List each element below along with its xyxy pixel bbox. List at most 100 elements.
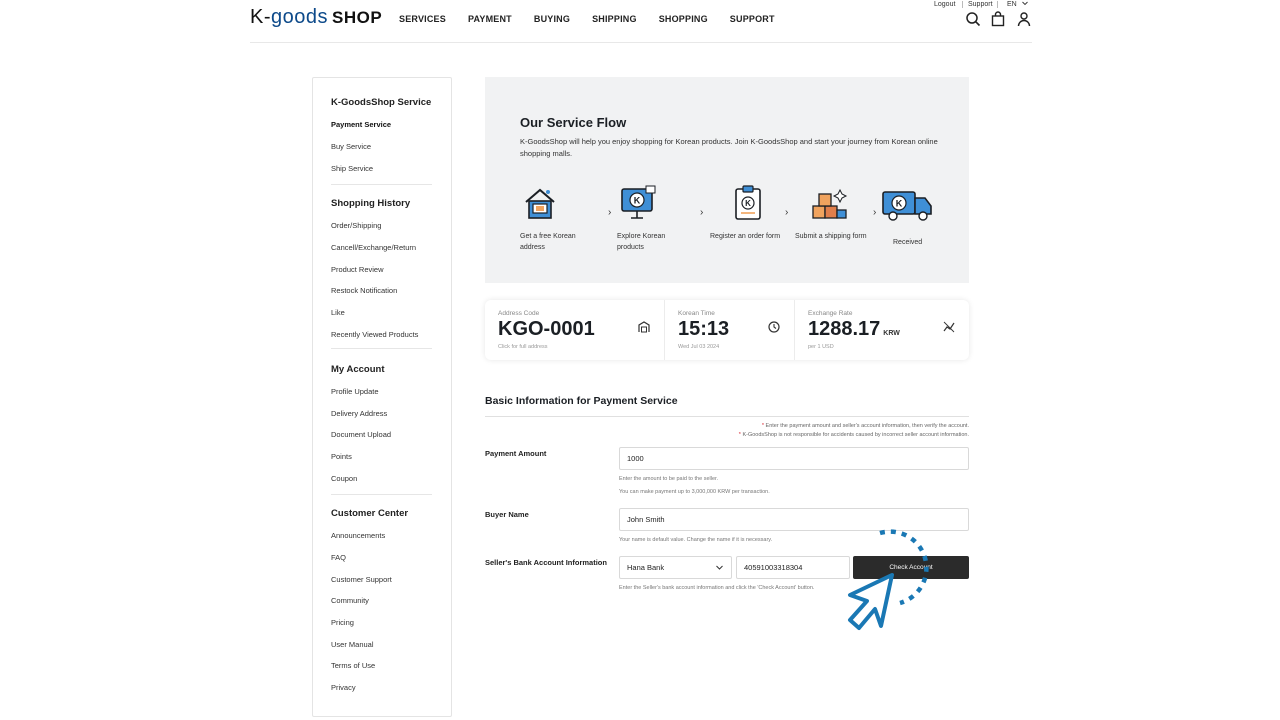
svg-text:K: K — [896, 199, 903, 209]
sidebar-item-like[interactable]: Like — [331, 308, 345, 317]
flow-step-label: Explore Korean products — [617, 233, 666, 251]
sidebar-item-ship-service[interactable]: Ship Service — [331, 164, 373, 173]
payment-amount-help: Enter the amount to be paid to the selle… — [619, 476, 719, 482]
search-icon[interactable] — [965, 11, 981, 27]
chevron-down-icon — [716, 565, 723, 570]
flow-arrow: › — [700, 207, 704, 218]
sidebar-item-terms-of-use[interactable]: Terms of Use — [331, 661, 375, 670]
payment-amount-label: Payment Amount — [485, 449, 547, 458]
header-divider — [250, 42, 1032, 43]
logo-goods: goods — [271, 6, 328, 28]
trend-chart-icon — [943, 321, 955, 333]
user-account-icon[interactable] — [1016, 11, 1032, 27]
nav-shipping[interactable]: SHIPPING — [592, 14, 637, 24]
sidebar-item-buy-service[interactable]: Buy Service — [331, 142, 371, 151]
korean-time-cell: Korean Time 15:13 Wed Jul 03 2024 — [665, 300, 794, 360]
bank-select[interactable]: Hana Bank — [619, 556, 732, 579]
account-number-input[interactable]: 40591003318304 — [736, 556, 850, 579]
sidebar-item-cancel-exchange-return[interactable]: Cancell/Exchange/Return — [331, 243, 416, 252]
logo-shop: SHOP — [332, 8, 383, 27]
logout-link[interactable]: Logout — [934, 1, 955, 8]
buyer-name-input[interactable]: John Smith — [619, 508, 969, 531]
exchange-rate-cell: Exchange Rate 1288.17 KRW per 1 USD — [795, 300, 969, 360]
sidebar-item-document-upload[interactable]: Document Upload — [331, 430, 391, 439]
support-link[interactable]: Support — [968, 1, 993, 8]
nav-support[interactable]: SUPPORT — [730, 14, 775, 24]
click-cursor-icon — [848, 529, 929, 630]
sidebar-item-restock-notification[interactable]: Restock Notification — [331, 286, 397, 295]
svg-text:K: K — [634, 196, 641, 206]
shopping-bag-icon[interactable] — [990, 11, 1006, 27]
buyer-name-label: Buyer Name — [485, 510, 529, 519]
address-code-cell[interactable]: Address Code KGO-0001 Click for full add… — [485, 300, 664, 360]
notice-asterisk: * — [738, 432, 741, 438]
address-code-hint: Click for full address — [498, 344, 548, 350]
sidebar-title-service: K-GoodsShop Service — [331, 97, 432, 108]
language-label: EN — [1007, 1, 1017, 8]
nav-services[interactable]: SERVICES — [399, 14, 446, 24]
sidebar-item-customer-support[interactable]: Customer Support — [331, 575, 392, 584]
nav-shopping[interactable]: SHOPPING — [659, 14, 708, 24]
sidebar-item-pricing[interactable]: Pricing — [331, 618, 354, 627]
exchange-rate-basis: per 1 USD — [808, 344, 834, 350]
check-account-button[interactable]: Check Account — [853, 556, 969, 579]
sidebar-title-my-account: My Account — [331, 364, 385, 375]
sidebar-item-user-manual[interactable]: User Manual — [331, 640, 374, 649]
monitor-browse-icon: K — [621, 185, 656, 219]
korean-time-label: Korean Time — [678, 310, 715, 317]
korean-date: Wed Jul 03 2024 — [678, 344, 720, 350]
flow-arrow: › — [608, 207, 612, 218]
korean-time-value: 15:13 — [678, 318, 730, 340]
sidebar-item-faq[interactable]: FAQ — [331, 553, 346, 562]
sidebar-item-delivery-address[interactable]: Delivery Address — [331, 409, 387, 418]
payment-amount-limit: You can make payment up to 3,000,000 KRW… — [619, 489, 770, 495]
nav-buying[interactable]: BUYING — [534, 14, 570, 24]
address-code-label: Address Code — [498, 310, 540, 317]
chevron-down-icon — [1021, 1, 1028, 6]
sidebar-item-points[interactable]: Points — [331, 452, 352, 461]
flow-step-label: Register an order form — [710, 233, 781, 240]
nav-payment[interactable]: PAYMENT — [468, 14, 512, 24]
sidebar-item-payment-service[interactable]: Payment Service — [331, 120, 391, 129]
svg-text:K: K — [745, 199, 751, 208]
service-flow-panel: Our Service Flow K-GoodsShop will help y… — [485, 77, 969, 283]
form-title-divider — [485, 416, 969, 417]
sidebar-item-coupon[interactable]: Coupon — [331, 474, 357, 483]
exchange-rate-unit: KRW — [883, 330, 900, 337]
flow-step-label: Received — [893, 239, 923, 246]
clock-icon — [768, 321, 780, 333]
bank-select-value: Hana Bank — [627, 563, 665, 572]
house-address-icon — [525, 188, 555, 219]
form-notice-verify: * Enter the payment amount and seller's … — [762, 423, 969, 429]
bank-account-label: Seller's Bank Account Information — [485, 558, 607, 567]
info-summary-card: Address Code KGO-0001 Click for full add… — [485, 300, 969, 360]
site-header: K-goods SHOP SERVICES PAYMENT BUYING SHIP… — [0, 0, 1280, 43]
flow-step-label: Get a free Korean address — [520, 233, 576, 251]
flow-arrow: › — [785, 207, 789, 218]
sidebar-item-recently-viewed[interactable]: Recently Viewed Products — [331, 330, 418, 339]
sidebar-divider — [331, 494, 432, 495]
address-code-value: KGO-0001 — [498, 318, 595, 340]
sidebar-divider — [331, 184, 432, 185]
main-nav: SERVICES PAYMENT BUYING SHIPPING SHOPPIN… — [399, 14, 797, 24]
sidebar-item-community[interactable]: Community — [331, 596, 369, 605]
util-divider — [962, 1, 963, 8]
util-divider — [997, 1, 998, 8]
payment-amount-input[interactable]: 1000 — [619, 447, 969, 470]
sidebar-item-product-review[interactable]: Product Review — [331, 265, 384, 274]
logo-prefix: K- — [250, 6, 271, 28]
notice-text: Enter the payment amount and seller's ac… — [765, 423, 969, 429]
sidebar-divider — [331, 348, 432, 349]
sidebar-item-announcements[interactable]: Announcements — [331, 531, 385, 540]
flow-step-label: Submit a shipping form — [795, 233, 867, 240]
sidebar-item-privacy[interactable]: Privacy — [331, 683, 356, 692]
language-select[interactable]: EN — [1007, 1, 1028, 8]
site-logo[interactable]: K-goods SHOP — [250, 6, 382, 29]
warehouse-icon — [638, 321, 650, 333]
service-flow-description: K-GoodsShop will help you enjoy shopping… — [520, 137, 938, 158]
sidebar-item-profile-update[interactable]: Profile Update — [331, 387, 379, 396]
notice-text: K-GoodsShop is not responsible for accid… — [742, 432, 969, 438]
sidebar-item-order-shipping[interactable]: Order/Shipping — [331, 221, 381, 230]
exchange-rate-label: Exchange Rate — [808, 310, 853, 317]
notice-asterisk: * — [761, 423, 765, 429]
